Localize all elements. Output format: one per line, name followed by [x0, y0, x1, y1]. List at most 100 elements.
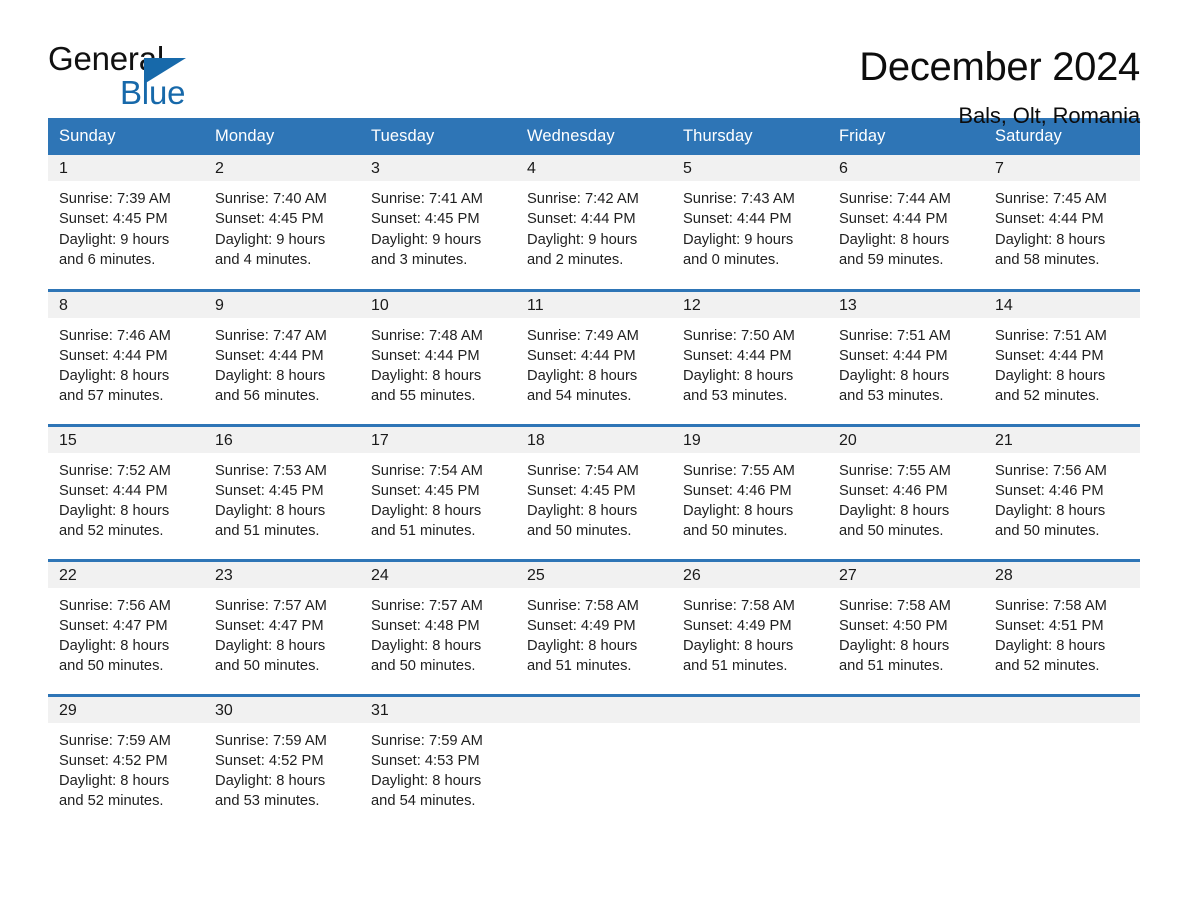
- day-number: 12: [672, 291, 828, 318]
- day-number: [672, 696, 828, 723]
- calendar-day-cell[interactable]: 31 Sunrise: 7:59 AM Sunset: 4:53 PM Dayligh…: [360, 693, 516, 830]
- sunrise-time: Sunrise: 7:55 AM: [839, 462, 951, 479]
- day-details: Sunrise: 7:42 AM Sunset: 4:44 PM Daylight:…: [516, 181, 672, 270]
- calendar-day-cell[interactable]: 24 Sunrise: 7:57 AM Sunset: 4:48 PM Dayligh…: [360, 558, 516, 695]
- day-details: Sunrise: 7:57 AM Sunset: 4:48 PM Daylight:…: [360, 588, 516, 677]
- sunrise-time: Sunrise: 7:58 AM: [527, 597, 639, 614]
- calendar-day-cell[interactable]: 21 Sunrise: 7:56 AM Sunset: 4:46 PM Dayligh…: [984, 423, 1140, 560]
- calendar-day-cell[interactable]: 18 Sunrise: 7:54 AM Sunset: 4:45 PM Dayligh…: [516, 423, 672, 560]
- sunrise-time: Sunrise: 7:58 AM: [839, 597, 951, 614]
- day-number: 10: [360, 291, 516, 318]
- day-number: 31: [360, 696, 516, 723]
- daylight-duration-line1: Daylight: 8 hours: [683, 638, 794, 655]
- sunrise-time: Sunrise: 7:40 AM: [215, 191, 327, 207]
- calendar-cell-empty: [828, 693, 984, 830]
- daylight-duration-line2: and 50 minutes.: [683, 523, 788, 540]
- day-number: 14: [984, 291, 1140, 318]
- calendar-day-cell[interactable]: 4 Sunrise: 7:42 AM Sunset: 4:44 PM Daylight…: [516, 155, 672, 290]
- weekday-header-wednesday: Wednesday: [516, 118, 672, 155]
- day-details: Sunrise: 7:46 AM Sunset: 4:44 PM Daylight:…: [48, 318, 204, 407]
- sunrise-time: Sunrise: 7:56 AM: [59, 597, 171, 614]
- sunset-time: Sunset: 4:44 PM: [527, 211, 636, 228]
- day-details: Sunrise: 7:59 AM Sunset: 4:53 PM Daylight:…: [360, 723, 516, 812]
- day-number: 11: [516, 291, 672, 318]
- daylight-duration-line1: Daylight: 8 hours: [59, 503, 170, 520]
- daylight-duration-line2: and 50 minutes.: [59, 658, 164, 675]
- calendar-day-cell[interactable]: 6 Sunrise: 7:44 AM Sunset: 4:44 PM Daylight…: [828, 155, 984, 290]
- calendar-day-cell[interactable]: 30 Sunrise: 7:59 AM Sunset: 4:52 PM Dayligh…: [204, 693, 360, 830]
- title-block: December 2024 Bals, Olt, Romania: [859, 42, 1140, 129]
- sunset-time: Sunset: 4:45 PM: [527, 482, 636, 499]
- daylight-duration-line1: Daylight: 8 hours: [995, 231, 1106, 248]
- sunset-time: Sunset: 4:44 PM: [683, 347, 792, 364]
- calendar-day-cell[interactable]: 17 Sunrise: 7:54 AM Sunset: 4:45 PM Dayligh…: [360, 423, 516, 560]
- sunrise-time: Sunrise: 7:59 AM: [215, 732, 327, 749]
- calendar-day-cell[interactable]: 20 Sunrise: 7:55 AM Sunset: 4:46 PM Dayligh…: [828, 423, 984, 560]
- sunrise-time: Sunrise: 7:53 AM: [215, 462, 327, 479]
- day-number: 15: [48, 426, 204, 453]
- sunrise-time: Sunrise: 7:59 AM: [59, 732, 171, 749]
- day-number: 2: [204, 155, 360, 181]
- daylight-duration-line2: and 56 minutes.: [215, 388, 320, 405]
- daylight-duration-line2: and 55 minutes.: [371, 388, 476, 405]
- calendar-day-cell[interactable]: 15 Sunrise: 7:52 AM Sunset: 4:44 PM Dayligh…: [48, 423, 204, 560]
- day-details: Sunrise: 7:58 AM Sunset: 4:51 PM Daylight:…: [984, 588, 1140, 677]
- sunset-time: Sunset: 4:44 PM: [683, 211, 792, 228]
- day-details: Sunrise: 7:55 AM Sunset: 4:46 PM Daylight:…: [672, 453, 828, 542]
- sunset-time: Sunset: 4:44 PM: [995, 347, 1104, 364]
- day-number: 8: [48, 291, 204, 318]
- calendar-day-cell[interactable]: 11 Sunrise: 7:49 AM Sunset: 4:44 PM Dayligh…: [516, 288, 672, 425]
- sunrise-time: Sunrise: 7:52 AM: [59, 462, 171, 479]
- daylight-duration-line1: Daylight: 8 hours: [59, 773, 170, 790]
- calendar-day-cell[interactable]: 23 Sunrise: 7:57 AM Sunset: 4:47 PM Dayligh…: [204, 558, 360, 695]
- day-number: 27: [828, 561, 984, 588]
- sunset-time: Sunset: 4:45 PM: [215, 482, 324, 499]
- calendar-day-cell[interactable]: 10 Sunrise: 7:48 AM Sunset: 4:44 PM Dayligh…: [360, 288, 516, 425]
- daylight-duration-line1: Daylight: 8 hours: [215, 773, 326, 790]
- calendar-day-cell[interactable]: 1 Sunrise: 7:39 AM Sunset: 4:45 PM Daylight…: [48, 155, 204, 290]
- sunrise-time: Sunrise: 7:58 AM: [995, 597, 1107, 614]
- calendar-day-cell[interactable]: 12 Sunrise: 7:50 AM Sunset: 4:44 PM Dayligh…: [672, 288, 828, 425]
- calendar-day-cell[interactable]: 9 Sunrise: 7:47 AM Sunset: 4:44 PM Daylight…: [204, 288, 360, 425]
- sunrise-time: Sunrise: 7:57 AM: [371, 597, 483, 614]
- day-details: Sunrise: 7:39 AM Sunset: 4:45 PM Daylight:…: [48, 181, 204, 270]
- sunset-time: Sunset: 4:49 PM: [527, 617, 636, 634]
- daylight-duration-line1: Daylight: 8 hours: [995, 503, 1106, 520]
- calendar-day-cell[interactable]: 14 Sunrise: 7:51 AM Sunset: 4:44 PM Dayligh…: [984, 288, 1140, 425]
- calendar-day-cell[interactable]: 7 Sunrise: 7:45 AM Sunset: 4:44 PM Daylight…: [984, 155, 1140, 290]
- day-number: 26: [672, 561, 828, 588]
- sunset-time: Sunset: 4:52 PM: [215, 752, 324, 769]
- calendar-day-cell[interactable]: 29 Sunrise: 7:59 AM Sunset: 4:52 PM Dayligh…: [48, 693, 204, 830]
- calendar-day-cell[interactable]: 3 Sunrise: 7:41 AM Sunset: 4:45 PM Daylight…: [360, 155, 516, 290]
- sunset-time: Sunset: 4:53 PM: [371, 752, 480, 769]
- calendar-week-row: 29 Sunrise: 7:59 AM Sunset: 4:52 PM Dayligh…: [48, 693, 1140, 830]
- calendar-day-cell[interactable]: 2 Sunrise: 7:40 AM Sunset: 4:45 PM Daylight…: [204, 155, 360, 290]
- daylight-duration-line2: and 59 minutes.: [839, 251, 944, 268]
- daylight-duration-line1: Daylight: 8 hours: [215, 368, 326, 385]
- calendar-day-cell[interactable]: 26 Sunrise: 7:58 AM Sunset: 4:49 PM Dayligh…: [672, 558, 828, 695]
- calendar-day-cell[interactable]: 16 Sunrise: 7:53 AM Sunset: 4:45 PM Dayligh…: [204, 423, 360, 560]
- calendar-day-cell[interactable]: 25 Sunrise: 7:58 AM Sunset: 4:49 PM Dayligh…: [516, 558, 672, 695]
- day-number: 25: [516, 561, 672, 588]
- generalblue-logo[interactable]: General Blue: [48, 42, 248, 114]
- calendar-day-cell[interactable]: 13 Sunrise: 7:51 AM Sunset: 4:44 PM Dayligh…: [828, 288, 984, 425]
- day-details: Sunrise: 7:58 AM Sunset: 4:50 PM Daylight:…: [828, 588, 984, 677]
- sunset-time: Sunset: 4:44 PM: [215, 347, 324, 364]
- daylight-duration-line1: Daylight: 8 hours: [371, 773, 482, 790]
- calendar-day-cell[interactable]: 5 Sunrise: 7:43 AM Sunset: 4:44 PM Daylight…: [672, 155, 828, 290]
- day-number: 13: [828, 291, 984, 318]
- sunset-time: Sunset: 4:44 PM: [527, 347, 636, 364]
- daylight-duration-line1: Daylight: 8 hours: [59, 638, 170, 655]
- calendar-day-cell[interactable]: 22 Sunrise: 7:56 AM Sunset: 4:47 PM Dayligh…: [48, 558, 204, 695]
- day-details: Sunrise: 7:43 AM Sunset: 4:44 PM Daylight:…: [672, 181, 828, 270]
- calendar-day-cell[interactable]: 8 Sunrise: 7:46 AM Sunset: 4:44 PM Daylight…: [48, 288, 204, 425]
- day-details: Sunrise: 7:48 AM Sunset: 4:44 PM Daylight:…: [360, 318, 516, 407]
- calendar-day-cell[interactable]: 19 Sunrise: 7:55 AM Sunset: 4:46 PM Dayligh…: [672, 423, 828, 560]
- daylight-duration-line2: and 50 minutes.: [527, 523, 632, 540]
- day-number: 23: [204, 561, 360, 588]
- calendar-day-cell[interactable]: 27 Sunrise: 7:58 AM Sunset: 4:50 PM Dayligh…: [828, 558, 984, 695]
- sunset-time: Sunset: 4:45 PM: [371, 211, 480, 228]
- day-details: Sunrise: 7:41 AM Sunset: 4:45 PM Daylight:…: [360, 181, 516, 270]
- calendar-day-cell[interactable]: 28 Sunrise: 7:58 AM Sunset: 4:51 PM Dayligh…: [984, 558, 1140, 695]
- daylight-duration-line2: and 52 minutes.: [995, 658, 1100, 675]
